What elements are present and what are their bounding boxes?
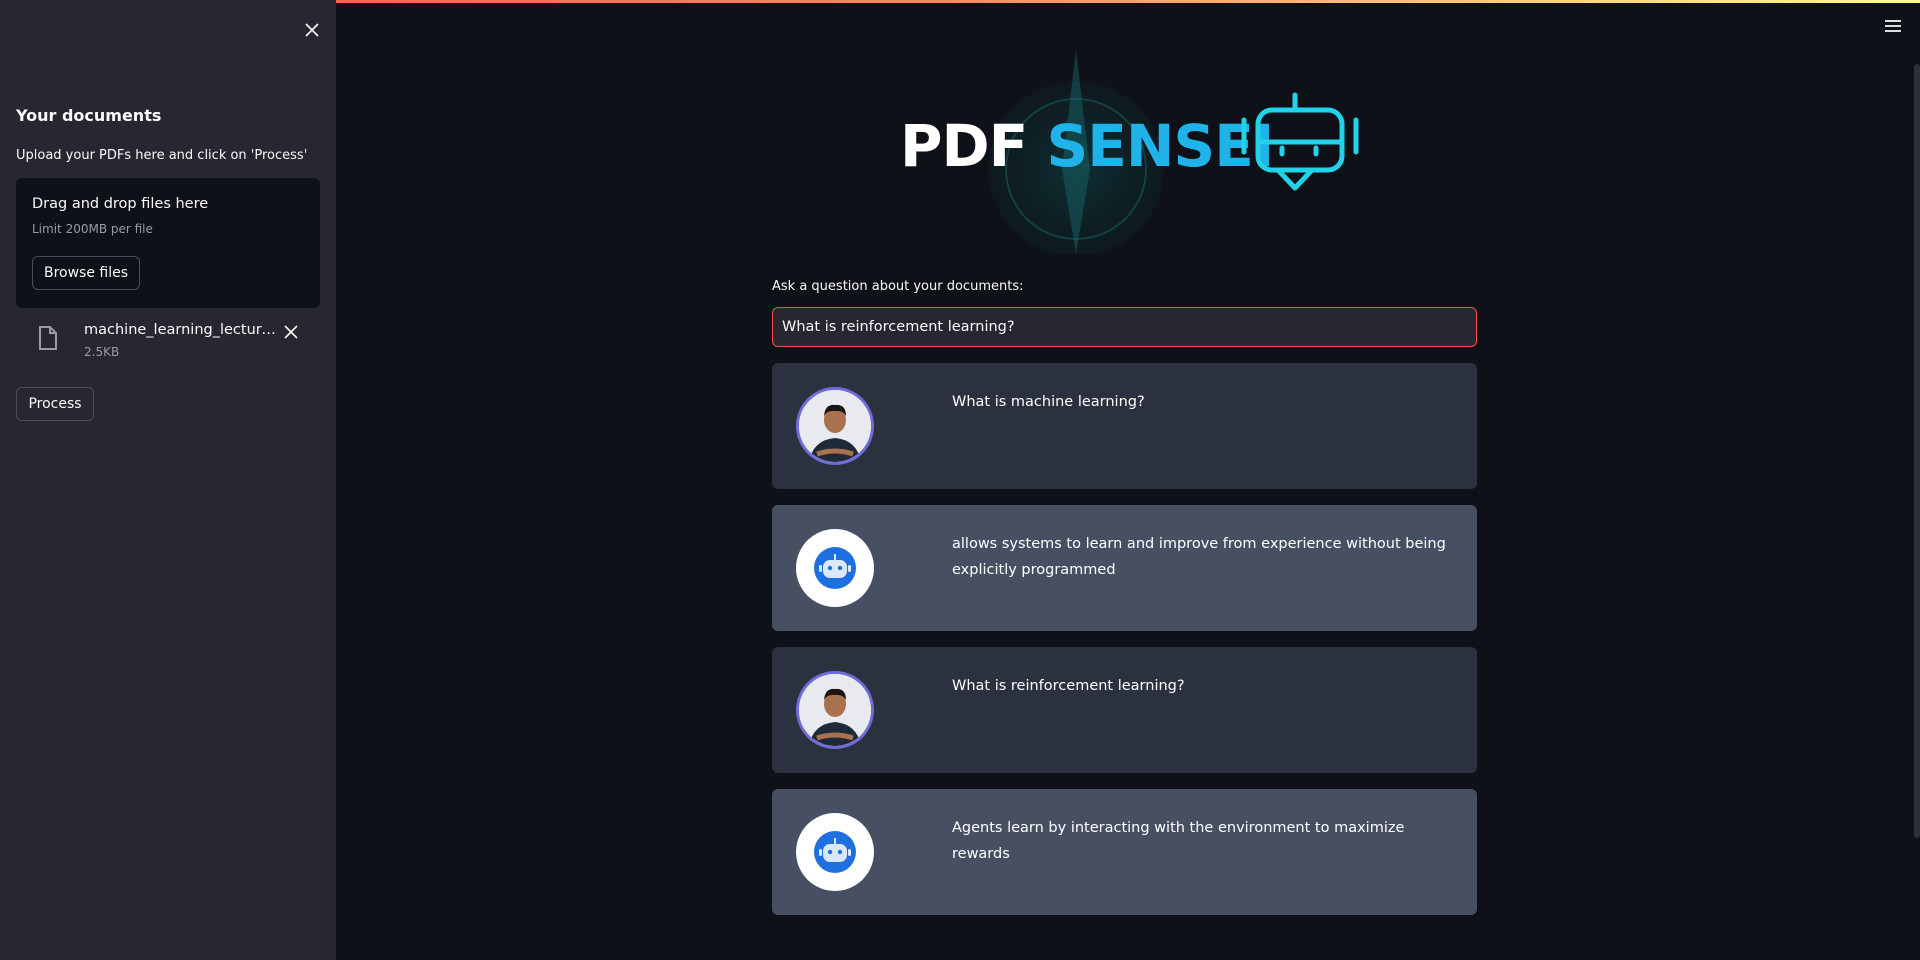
- hamburger-menu-icon: [1885, 20, 1901, 32]
- file-dropzone[interactable]: Drag and drop files here Limit 200MB per…: [16, 178, 320, 308]
- main-menu-button[interactable]: [1884, 18, 1908, 38]
- chat-message-user: What is machine learning?: [772, 363, 1477, 489]
- chat-message-bot: Agents learn by interacting with the env…: [772, 789, 1477, 915]
- question-label: Ask a question about your documents:: [772, 279, 1024, 294]
- message-text: What is reinforcement learning?: [952, 678, 1185, 694]
- sidebar-subtitle: Upload your PDFs here and click on 'Proc…: [16, 148, 308, 163]
- close-sidebar-button[interactable]: [298, 16, 326, 44]
- file-size: 2.5KB: [84, 345, 120, 359]
- browse-files-button[interactable]: Browse files: [32, 256, 140, 290]
- chat-message-bot: allows systems to learn and improve from…: [772, 505, 1477, 631]
- file-name: machine_learning_lecture_...: [84, 322, 284, 338]
- logo-pdf-text: PDF: [900, 112, 1028, 180]
- user-avatar: [796, 671, 874, 749]
- message-text: What is machine learning?: [952, 394, 1145, 410]
- dropzone-title: Drag and drop files here: [32, 196, 209, 212]
- app-logo: PDF SENSEI: [890, 44, 1370, 254]
- robot-chat-icon: [1241, 92, 1359, 191]
- question-input[interactable]: [772, 307, 1477, 347]
- sidebar: Your documents Upload your PDFs here and…: [0, 0, 336, 960]
- person-avatar-icon: [799, 674, 871, 746]
- remove-file-button[interactable]: [284, 324, 304, 344]
- close-icon: [284, 325, 298, 339]
- close-icon: [305, 23, 319, 37]
- chat-message-user: What is reinforcement learning?: [772, 647, 1477, 773]
- robot-avatar-icon: [814, 831, 856, 873]
- message-text: allows systems to learn and improve from…: [952, 536, 1446, 578]
- uploaded-file: machine_learning_lecture_... 2.5KB: [16, 318, 320, 368]
- message-text: Agents learn by interacting with the env…: [952, 820, 1405, 862]
- bot-avatar: [796, 529, 874, 607]
- robot-avatar-icon: [814, 547, 856, 589]
- sidebar-title: Your documents: [16, 106, 162, 125]
- process-button[interactable]: Process: [16, 387, 94, 421]
- file-icon: [39, 326, 57, 350]
- scrollbar[interactable]: [1914, 64, 1920, 838]
- user-avatar: [796, 387, 874, 465]
- bot-avatar: [796, 813, 874, 891]
- person-avatar-icon: [799, 390, 871, 462]
- logo-text: PDF SENSEI: [900, 112, 1274, 180]
- dropzone-limit: Limit 200MB per file: [32, 222, 153, 236]
